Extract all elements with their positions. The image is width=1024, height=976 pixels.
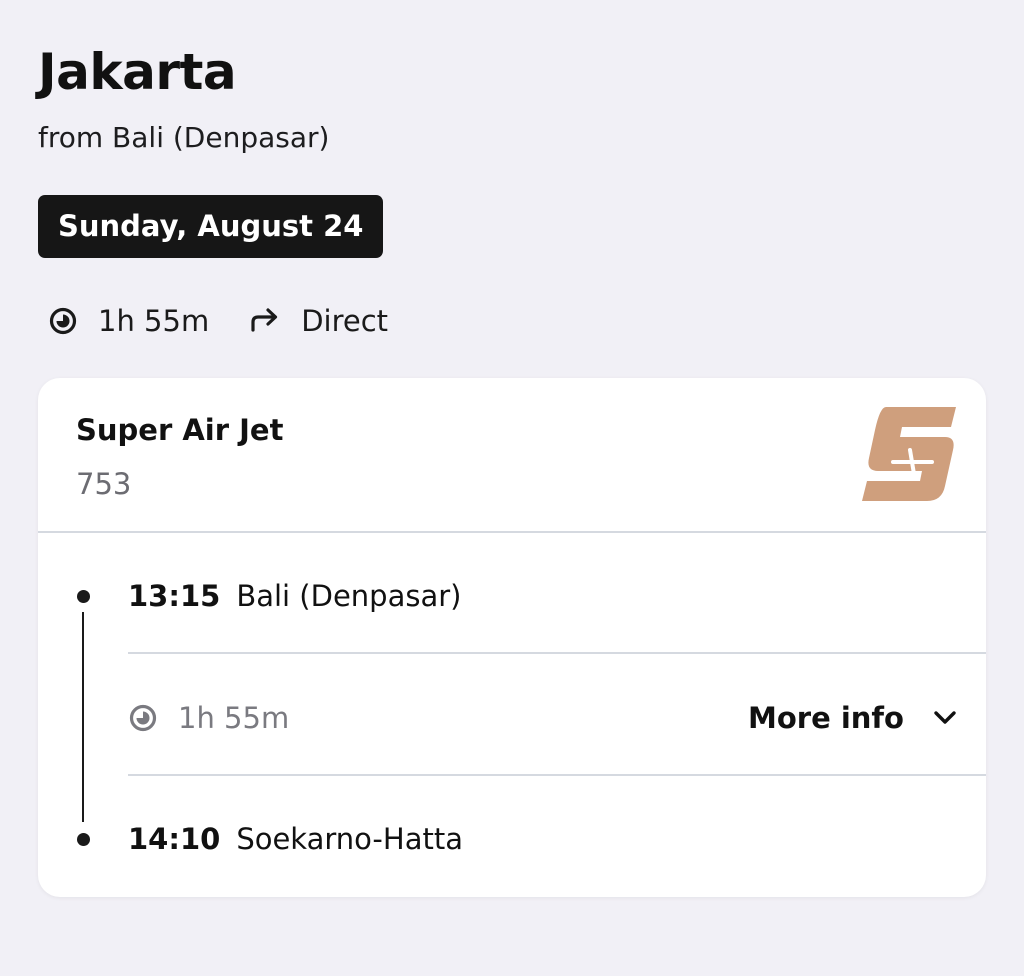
stops-label: Direct xyxy=(301,304,389,338)
page-title: Jakarta xyxy=(38,43,237,101)
flight-number: 753 xyxy=(76,467,132,501)
date-badge: Sunday, August 24 xyxy=(38,195,384,258)
arrival-place: Soekarno-Hatta xyxy=(236,822,463,856)
trip-duration: 1h 55m xyxy=(98,304,210,338)
trip-summary: 1h 55m Direct xyxy=(48,296,388,346)
airline-logo xyxy=(860,404,960,504)
flight-details-page: Jakarta from Bali (Denpasar) Sunday, Aug… xyxy=(0,0,1024,976)
leg-duration: 1h 55m xyxy=(128,698,289,738)
departure-row: 13:15 Bali (Denpasar) xyxy=(128,576,461,616)
more-info-button[interactable]: More info xyxy=(748,696,958,740)
clock-icon xyxy=(128,703,158,733)
chevron-down-icon xyxy=(932,708,958,728)
departure-time: 13:15 xyxy=(128,579,221,613)
row-divider xyxy=(128,774,986,776)
arrival-time: 14:10 xyxy=(128,822,221,856)
flight-card: Super Air Jet 753 13:15 Bali (Denpasar) xyxy=(38,378,986,897)
arrival-dot xyxy=(77,833,90,846)
card-divider xyxy=(38,531,986,533)
leg-duration-text: 1h 55m xyxy=(178,701,290,735)
departure-place: Bali (Denpasar) xyxy=(236,579,462,613)
airline-name: Super Air Jet xyxy=(76,413,284,447)
timeline-line xyxy=(82,612,84,822)
origin-subtitle: from Bali (Denpasar) xyxy=(38,121,330,154)
more-info-label: More info xyxy=(748,701,904,735)
arrival-row: 14:10 Soekarno-Hatta xyxy=(128,819,463,859)
arrow-right-icon xyxy=(249,306,281,336)
departure-dot xyxy=(77,590,90,603)
row-divider xyxy=(128,652,986,654)
clock-icon xyxy=(48,306,78,336)
